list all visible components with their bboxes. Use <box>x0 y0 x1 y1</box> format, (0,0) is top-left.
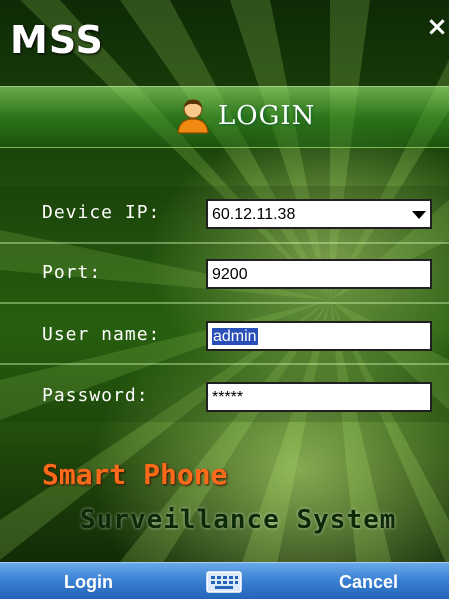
login-button[interactable]: Login <box>64 569 113 595</box>
username-label: User name: <box>42 324 161 345</box>
row-divider <box>0 242 449 244</box>
password-label: Password: <box>42 385 149 406</box>
port-input[interactable]: 9200 <box>206 259 432 289</box>
login-title: LOGIN <box>218 101 316 131</box>
slogan-line-2: Surveillance System <box>80 505 397 535</box>
password-value: ***** <box>212 389 244 406</box>
device-ip-row: Device IP: 60.12.11.38 <box>0 186 449 242</box>
login-header: LOGIN <box>176 96 315 136</box>
close-icon[interactable]: × <box>426 12 448 42</box>
username-row: User name: admin <box>0 306 449 362</box>
login-screen: MSS × LOGIN Device IP: 60.12.11.38 Port:… <box>0 0 449 599</box>
username-value: admin <box>212 328 258 345</box>
port-row: Port: 9200 <box>0 246 449 302</box>
device-ip-value: 60.12.11.38 <box>212 206 296 223</box>
user-icon <box>177 99 209 134</box>
chevron-down-icon[interactable] <box>412 211 426 219</box>
port-value: 9200 <box>212 266 248 283</box>
slogan-line-1: Smart Phone <box>42 458 228 491</box>
keyboard-icon[interactable] <box>206 571 242 593</box>
device-ip-dropdown[interactable]: 60.12.11.38 <box>206 199 432 229</box>
password-row: Password: ***** <box>0 367 449 423</box>
cancel-button[interactable]: Cancel <box>339 569 398 595</box>
row-divider <box>0 363 449 365</box>
port-label: Port: <box>42 262 102 283</box>
row-divider <box>0 302 449 304</box>
softkey-bar: Login Cancel <box>0 562 449 599</box>
app-title: MSS <box>10 18 104 62</box>
username-input[interactable]: admin <box>206 321 432 351</box>
password-input[interactable]: ***** <box>206 382 432 412</box>
device-ip-label: Device IP: <box>42 202 161 223</box>
